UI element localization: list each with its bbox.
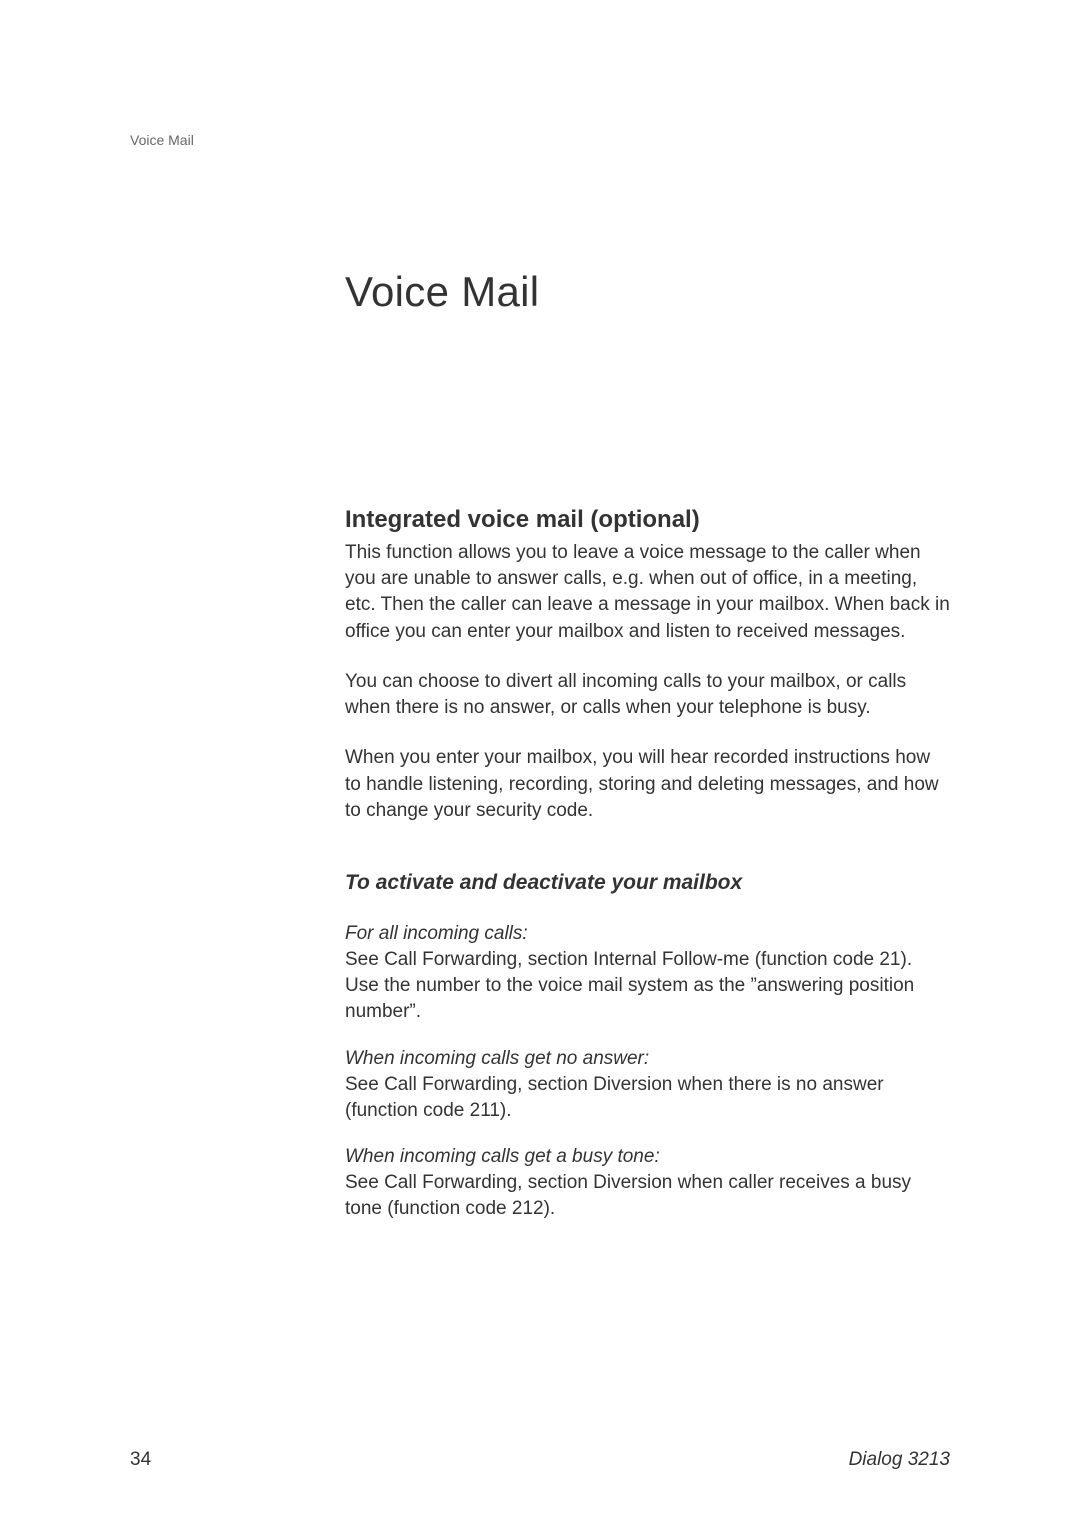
- footer: 34 Dialog 3213: [130, 1449, 950, 1471]
- paragraph-1: This function allows you to leave a voic…: [345, 540, 950, 645]
- sub-item: When incoming calls get a busy tone: See…: [345, 1146, 950, 1222]
- sub-item: For all incoming calls: See Call Forward…: [345, 923, 950, 1026]
- sub-item-text: See Call Forwarding, section Internal Fo…: [345, 947, 950, 1026]
- sub-item-heading: For all incoming calls:: [345, 923, 950, 945]
- page-title: Voice Mail: [345, 268, 950, 316]
- paragraph-3: When you enter your mailbox, you will he…: [345, 745, 950, 824]
- page: Voice Mail Voice Mail Integrated voice m…: [0, 0, 1080, 1533]
- paragraph-2: You can choose to divert all incoming ca…: [345, 669, 950, 721]
- sub-item-heading: When incoming calls get a busy tone:: [345, 1146, 950, 1168]
- sub-item-text: See Call Forwarding, section Diversion w…: [345, 1072, 950, 1124]
- subsection-heading: To activate and deactivate your mailbox: [345, 871, 950, 895]
- sub-item: When incoming calls get no answer: See C…: [345, 1048, 950, 1124]
- page-number: 34: [130, 1449, 151, 1471]
- sub-item-heading: When incoming calls get no answer:: [345, 1048, 950, 1070]
- content-area: Voice Mail Integrated voice mail (option…: [345, 268, 950, 1245]
- sub-item-text: See Call Forwarding, section Diversion w…: [345, 1170, 950, 1222]
- footer-model-label: Dialog 3213: [849, 1449, 950, 1471]
- header-section-label: Voice Mail: [130, 132, 194, 148]
- section-heading: Integrated voice mail (optional): [345, 506, 950, 534]
